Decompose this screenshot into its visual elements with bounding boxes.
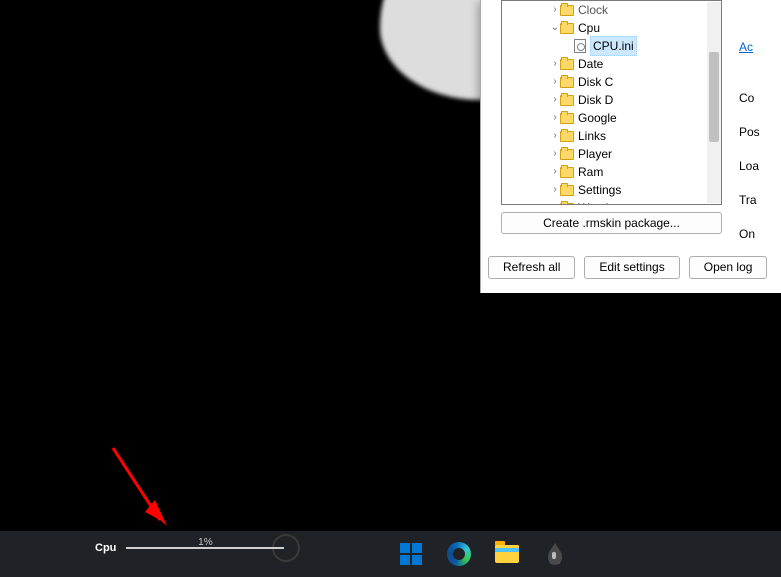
rainmeter-manage-dialog: › Clock ⌄ Cpu CPU.ini › Date › Disk: [480, 0, 781, 293]
tree-item-diskc[interactable]: › Disk C: [502, 73, 707, 91]
chevron-right-icon[interactable]: ›: [550, 199, 560, 205]
folder-icon: [560, 185, 574, 196]
tree-item-date[interactable]: › Date: [502, 55, 707, 73]
chevron-right-icon[interactable]: ›: [550, 73, 560, 91]
chevron-right-icon[interactable]: ›: [550, 1, 560, 19]
chevron-right-icon[interactable]: ›: [550, 55, 560, 73]
ini-file-icon: [574, 39, 586, 53]
windows-icon: [400, 543, 422, 565]
chevron-right-icon[interactable]: ›: [550, 127, 560, 145]
refresh-all-button[interactable]: Refresh all: [488, 256, 575, 279]
tree-label: Ram: [578, 163, 603, 181]
folder-icon: [560, 23, 574, 34]
edge-icon: [447, 542, 471, 566]
coordinates-label: Co: [739, 91, 760, 125]
right-panel-labels: Ac Co Pos Loa Tra On: [739, 40, 760, 261]
folder-icon: [560, 167, 574, 178]
chevron-down-icon[interactable]: ⌄: [550, 19, 560, 37]
tree-label: Player: [578, 145, 612, 163]
load-label: Loa: [739, 159, 760, 193]
active-link[interactable]: Ac: [739, 40, 753, 54]
tree-label: Weather: [578, 199, 623, 205]
cpu-bar: 1%: [126, 547, 284, 549]
folder-icon: [560, 95, 574, 106]
scrollbar-thumb[interactable]: [709, 52, 719, 142]
chevron-right-icon[interactable]: ›: [550, 91, 560, 109]
cpu-percentage: 1%: [126, 537, 284, 548]
edge-taskbar-button[interactable]: [439, 534, 479, 574]
folder-icon: [560, 5, 574, 16]
tree-label: Date: [578, 55, 603, 73]
tree-label: Links: [578, 127, 606, 145]
tree-item-cpu[interactable]: ⌄ Cpu: [502, 19, 707, 37]
tree-item-settings[interactable]: › Settings: [502, 181, 707, 199]
on-hover-label: On: [739, 227, 760, 261]
tree-label: Disk C: [578, 73, 613, 91]
chevron-right-icon[interactable]: ›: [550, 181, 560, 199]
annotation-arrow: [105, 440, 175, 540]
tree-label-selected: CPU.ini: [590, 36, 637, 56]
skins-tree[interactable]: › Clock ⌄ Cpu CPU.ini › Date › Disk: [501, 0, 722, 205]
tree-label: Cpu: [578, 19, 600, 37]
tree-item-google[interactable]: › Google: [502, 109, 707, 127]
chevron-right-icon[interactable]: ›: [550, 163, 560, 181]
folder-icon: [560, 149, 574, 160]
tree-item-player[interactable]: › Player: [502, 145, 707, 163]
explorer-taskbar-button[interactable]: [487, 534, 527, 574]
file-explorer-icon: [495, 545, 519, 563]
tree-label: Clock: [578, 1, 608, 19]
tree-item-clock[interactable]: › Clock: [502, 1, 707, 19]
tree-scrollbar[interactable]: [707, 2, 721, 203]
folder-icon: [560, 59, 574, 70]
tree-item-ram[interactable]: › Ram: [502, 163, 707, 181]
start-button[interactable]: [391, 534, 431, 574]
tree-item-links[interactable]: › Links: [502, 127, 707, 145]
tree-item-cpu-ini[interactable]: CPU.ini: [502, 37, 707, 55]
rainmeter-taskbar-button[interactable]: [535, 534, 575, 574]
chevron-right-icon[interactable]: ›: [550, 145, 560, 163]
tree-item-weather[interactable]: › Weather: [502, 199, 707, 205]
folder-icon: [560, 113, 574, 124]
folder-icon: [560, 131, 574, 142]
rainmeter-droplet-icon: [547, 543, 563, 565]
edit-settings-button[interactable]: Edit settings: [584, 256, 679, 279]
folder-icon: [560, 77, 574, 88]
create-package-button[interactable]: Create .rmskin package...: [501, 212, 722, 234]
tree-label: Google: [578, 109, 617, 127]
cpu-widget-label: Cpu: [95, 542, 116, 554]
transparency-label: Tra: [739, 193, 760, 227]
chevron-right-icon[interactable]: ›: [550, 109, 560, 127]
cpu-widget[interactable]: Cpu 1%: [95, 534, 300, 562]
tree-label: Settings: [578, 181, 621, 199]
tree-item-diskd[interactable]: › Disk D: [502, 91, 707, 109]
position-label: Pos: [739, 125, 760, 159]
folder-icon: [560, 203, 574, 206]
tree-label: Disk D: [578, 91, 613, 109]
